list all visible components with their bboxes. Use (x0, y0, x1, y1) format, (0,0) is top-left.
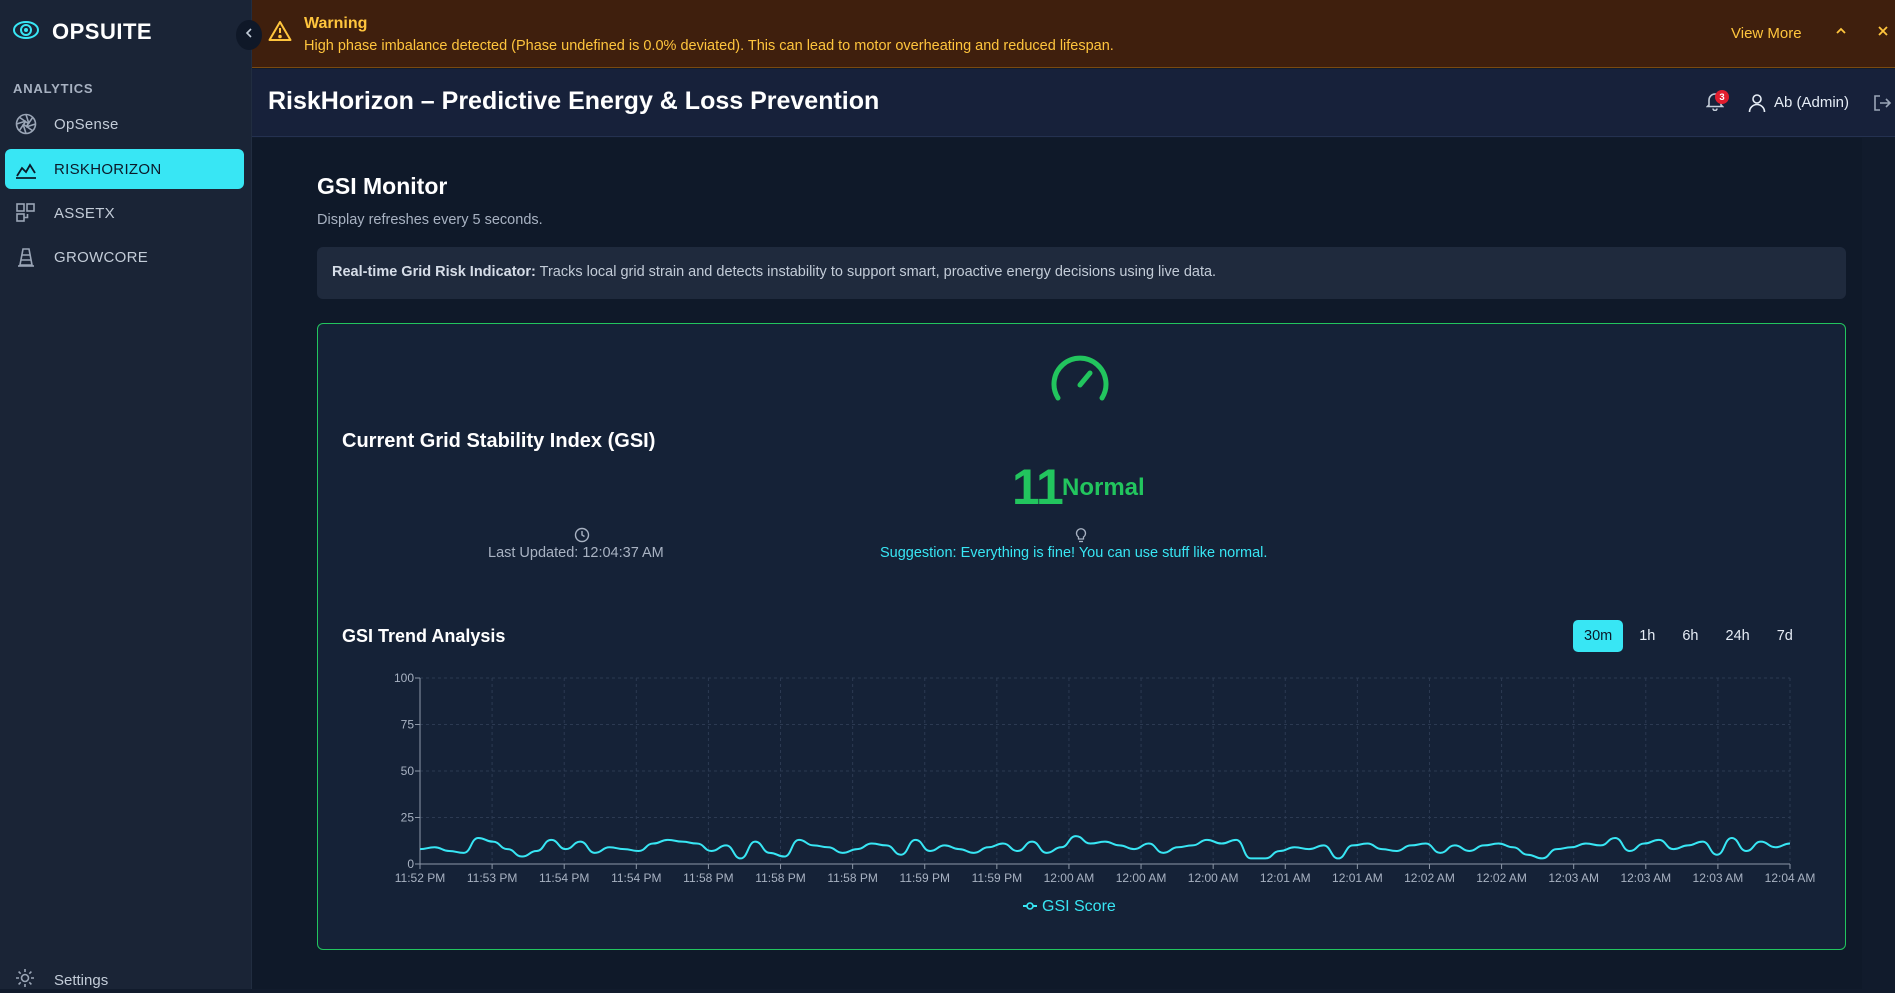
sidebar-item-label: GROWCORE (54, 248, 149, 266)
x-tick-label: 11:52 PM (395, 871, 445, 885)
gear-icon (14, 967, 36, 993)
notification-badge: 3 (1715, 90, 1729, 104)
x-tick-label: 12:00 AM (1044, 871, 1095, 885)
x-tick-label: 12:02 AM (1404, 871, 1455, 885)
x-tick-label: 12:01 AM (1332, 871, 1383, 885)
sidebar-item-growcore[interactable]: GROWCORE (5, 237, 244, 277)
warning-banner: Warning High phase imbalance detected (P… (252, 0, 1895, 68)
x-tick-label: 12:00 AM (1188, 871, 1239, 885)
x-tick-label: 11:54 PM (611, 871, 661, 885)
user-icon (1748, 93, 1766, 118)
sidebar-item-label: OpSense (54, 115, 119, 133)
user-name[interactable]: Ab (Admin) (1774, 94, 1849, 111)
sidebar-item-label: RISKHORIZON (54, 160, 162, 178)
x-tick-label: 12:01 AM (1260, 871, 1311, 885)
sidebar-item-riskhorizon[interactable]: RISKHORIZON (5, 149, 244, 189)
x-tick-label: 11:58 PM (683, 871, 733, 885)
info-text: Tracks local grid strain and detects ins… (535, 264, 1217, 280)
x-tick-label: 11:58 PM (755, 871, 805, 885)
top-header: RiskHorizon – Predictive Energy & Loss P… (252, 69, 1895, 137)
gauge-icon (1049, 350, 1111, 409)
warning-title: Warning (304, 15, 368, 32)
legend-line-marker-icon (1022, 898, 1038, 916)
cone-icon (14, 245, 38, 269)
y-tick-label: 50 (401, 764, 415, 778)
gsi-trend-chart: 0 25 50 75 100 11:52 PM 11:53 PM 11:54 PM 11:54 … (394, 671, 1816, 885)
eye-logo-icon (12, 18, 40, 47)
x-tick-label: 11:54 PM (539, 871, 589, 885)
range-button-30m[interactable]: 30m (1573, 620, 1624, 652)
range-button-6h[interactable]: 6h (1671, 620, 1709, 652)
info-label: Real-time Grid Risk Indicator: (332, 264, 536, 280)
series-line-gsi-score (419, 835, 1791, 860)
refresh-note: Display refreshes every 5 seconds. (317, 212, 543, 228)
y-tick-label: 25 (401, 811, 415, 825)
gsi-value: 11 (1012, 459, 1064, 515)
page-title: RiskHorizon – Predictive Energy & Loss P… (268, 87, 880, 115)
x-tick-label: 11:59 PM (972, 871, 1022, 885)
sidebar-item-settings[interactable]: Settings (14, 967, 108, 993)
x-tick-label: 12:04 AM (1765, 871, 1816, 885)
gsi-status: Normal (1062, 474, 1145, 501)
brand[interactable]: OPSUITE (12, 18, 152, 46)
info-box: Real-time Grid Risk Indicator: Tracks lo… (317, 247, 1846, 299)
last-updated: Last Updated: 12:04:37 AM (488, 545, 664, 561)
current-gsi-title: Current Grid Stability Index (GSI) (342, 430, 656, 452)
blocks-icon (14, 201, 38, 225)
sidebar: OPSUITE ANALYTICS OpSense RISKHORIZON AS… (0, 0, 252, 989)
area-chart-icon (14, 157, 38, 181)
view-more-link[interactable]: View More (1731, 25, 1802, 42)
suggestion-text: Suggestion: Everything is fine! You can … (880, 545, 1268, 561)
chevron-up-icon[interactable] (1834, 24, 1848, 43)
x-tick-label: 11:58 PM (827, 871, 877, 885)
x-tick-label: 12:00 AM (1116, 871, 1167, 885)
x-tick-label: 12:03 AM (1548, 871, 1599, 885)
x-tick-label: 11:59 PM (899, 871, 949, 885)
x-tick-label: 12:03 AM (1620, 871, 1671, 885)
range-selector: 30m 1h 6h 24h 7d (1573, 620, 1809, 652)
y-tick-label: 100 (394, 671, 414, 685)
sidebar-item-opsense[interactable]: OpSense (5, 104, 244, 144)
chart-legend[interactable]: GSI Score (1022, 898, 1116, 916)
settings-label: Settings (54, 971, 109, 989)
section-label-analytics: ANALYTICS (13, 81, 94, 96)
y-tick-label: 75 (401, 718, 415, 732)
logout-icon[interactable] (1872, 93, 1892, 118)
range-button-1h[interactable]: 1h (1628, 620, 1666, 652)
brand-name: OPSUITE (52, 19, 153, 44)
trend-title: GSI Trend Analysis (342, 626, 506, 646)
x-tick-label: 12:02 AM (1476, 871, 1527, 885)
chevron-left-icon (243, 26, 255, 44)
range-button-24h[interactable]: 24h (1715, 620, 1761, 652)
section-title: GSI Monitor (317, 173, 448, 199)
x-tick-label: 11:53 PM (467, 871, 517, 885)
sidebar-item-label: ASSETX (54, 204, 115, 222)
aperture-icon (14, 112, 38, 136)
x-tick-label: 12:03 AM (1693, 871, 1744, 885)
y-tick-label: 0 (407, 857, 414, 871)
collapse-sidebar-button[interactable] (236, 20, 262, 50)
sidebar-item-assetx[interactable]: ASSETX (5, 193, 244, 233)
warning-message: High phase imbalance detected (Phase und… (304, 38, 1114, 54)
range-button-7d[interactable]: 7d (1766, 620, 1804, 652)
close-icon[interactable] (1876, 24, 1890, 43)
legend-label: GSI Score (1042, 898, 1116, 915)
warning-triangle-icon (268, 20, 292, 47)
